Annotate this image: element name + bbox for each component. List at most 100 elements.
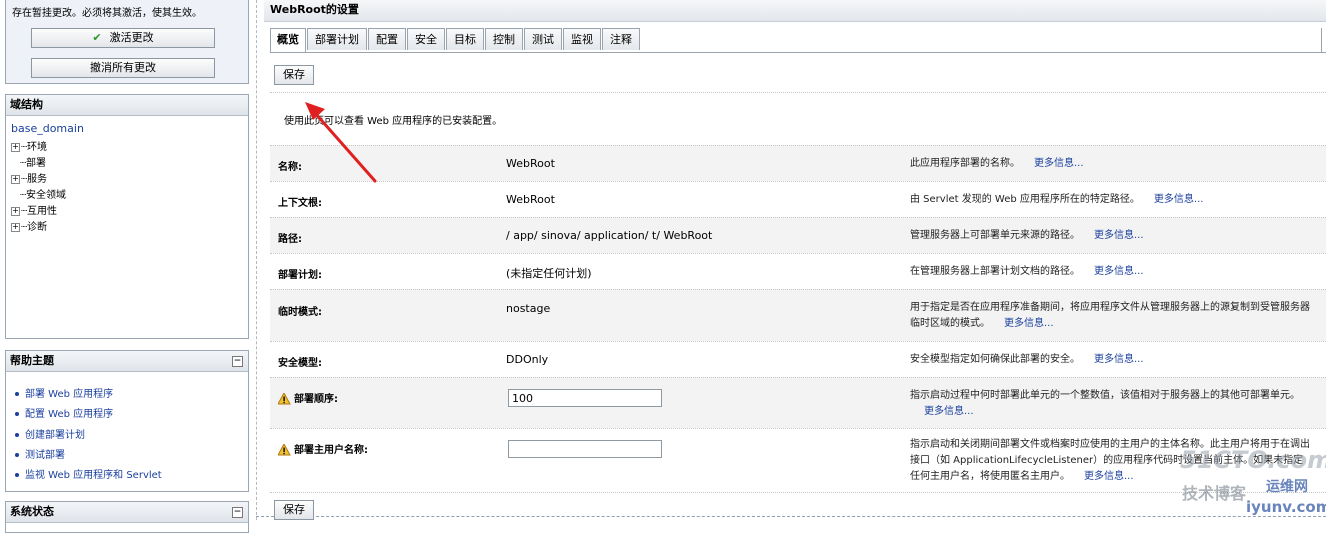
checkmark-icon: ✔ — [92, 31, 102, 44]
bullet-icon — [15, 412, 19, 416]
help-link-configure-web-app[interactable]: 配置 Web 应用程序 — [15, 405, 113, 420]
system-status-panel: 系统状态 − — [5, 501, 249, 533]
help-link-monitor-web-app[interactable]: 监视 Web 应用程序和 Servlet — [15, 466, 162, 481]
expand-icon[interactable]: + — [11, 174, 20, 184]
expand-icon[interactable]: + — [11, 222, 20, 232]
help-link-label: 监视 Web 应用程序和 Servlet — [25, 470, 162, 481]
field-label: 部署计划: — [278, 270, 322, 281]
tab-monitoring[interactable]: 监视 — [563, 28, 601, 50]
help-topics-panel: 帮助主题 − 部署 Web 应用程序 配置 Web 应用程序 创建部署计划 测试… — [5, 350, 249, 492]
field-row-deployment-plan: 部署计划: (未指定任何计划) 在管理服务器上部署计划文档的路径。 更多信息... — [270, 253, 1326, 289]
tree-root-base-domain[interactable]: base_domain — [11, 122, 84, 135]
help-link-label: 部署 Web 应用程序 — [25, 389, 114, 400]
more-info-link[interactable]: 更多信息... — [924, 406, 974, 417]
tab-overview[interactable]: 概览 — [270, 28, 306, 52]
panel-divider — [256, 0, 257, 520]
field-description: 用于指定是否在应用程序准备期间，将应用程序文件从管理服务器上的源复制到受管服务器… — [910, 300, 1310, 332]
tree-item-services[interactable]: + ┈服务 — [11, 170, 47, 185]
domain-structure-title: 域结构 — [6, 95, 248, 116]
more-info-link[interactable]: 更多信息... — [1094, 354, 1144, 365]
watermark-blog: 技术博客 — [1182, 484, 1247, 503]
bullet-icon — [15, 453, 19, 457]
help-topics-header: 帮助主题 − — [6, 351, 248, 372]
system-status-title: 系统状态 — [10, 505, 54, 518]
tree-item-diagnostics[interactable]: + ┈诊断 — [11, 218, 47, 233]
more-info-link[interactable]: 更多信息... — [1094, 266, 1144, 277]
tab-testing[interactable]: 测试 — [524, 28, 562, 50]
main-content: WebRoot的设置 概览 部署计划 配置 安全 目标 控制 测试 监视 注释 … — [264, 0, 1326, 520]
activate-changes-label: 激活更改 — [109, 31, 154, 44]
field-label: 部署主用户名称: — [278, 441, 368, 456]
field-row-name: 名称: WebRoot 此应用程序部署的名称。 更多信息... — [270, 145, 1326, 181]
help-link-create-deployment-plan[interactable]: 创建部署计划 — [15, 426, 85, 441]
tree-item-label: 环境 — [27, 142, 48, 153]
tree-item-environment[interactable]: + ┈环境 — [11, 138, 47, 153]
activate-changes-button[interactable]: ✔ 激活更改 — [31, 28, 215, 48]
watermark: 51CTO.com 技术博客 运维网 iyunv.com — [1180, 446, 1326, 520]
tree-item-label: 服务 — [27, 174, 48, 185]
bullet-icon — [15, 433, 19, 437]
tab-deployment-plan[interactable]: 部署计划 — [307, 28, 367, 50]
more-info-link[interactable]: 更多信息... — [1034, 158, 1084, 169]
field-row-path: 路径: / app/ sinova/ application/ t/ WebRo… — [270, 217, 1326, 253]
deployment-principal-input[interactable] — [508, 440, 662, 458]
tab-notes[interactable]: 注释 — [602, 28, 640, 50]
more-info-link[interactable]: 更多信息... — [1084, 471, 1134, 482]
field-description: 由 Servlet 发现的 Web 应用程序所在的特定路径。 更多信息... — [910, 192, 1310, 208]
bullet-icon — [15, 473, 19, 477]
field-label: 部署顺序: — [278, 390, 338, 405]
field-row-security-model: 安全模型: DDOnly 安全模型指定如何确保此部署的安全。 更多信息... — [270, 341, 1326, 377]
change-center-panel: 存在暂挂更改。必须将其激活，使其生效。 ✔ 激活更改 撤消所有更改 — [5, 0, 249, 84]
help-link-test-deployment[interactable]: 测试部署 — [15, 446, 65, 461]
collapse-icon[interactable]: − — [232, 356, 243, 367]
section-divider — [270, 492, 1326, 493]
deployment-order-input[interactable]: 100 — [508, 389, 662, 407]
description-text: 用于指定是否在应用程序准备期间，将应用程序文件从管理服务器上的源复制到受管服务器… — [910, 302, 1310, 329]
help-link-deploy-web-app[interactable]: 部署 Web 应用程序 — [15, 385, 113, 400]
description-text: 此应用程序部署的名称。 — [910, 158, 1020, 169]
field-value: DDOnly — [506, 353, 549, 366]
field-label-text: 部署主用户名称: — [294, 445, 368, 456]
watermark-51cto: 51CTO.com — [1180, 446, 1326, 474]
field-label: 安全模型: — [278, 358, 322, 369]
description-text: 安全模型指定如何确保此部署的安全。 — [910, 354, 1080, 365]
more-info-link[interactable]: 更多信息... — [1154, 194, 1204, 205]
tab-configuration[interactable]: 配置 — [368, 28, 406, 50]
description-text: 由 Servlet 发现的 Web 应用程序所在的特定路径。 — [910, 194, 1140, 205]
tree-item-security-realms[interactable]: ┈安全领域 — [11, 186, 66, 201]
save-button-top[interactable]: 保存 — [274, 65, 314, 85]
tab-underline — [270, 52, 1326, 53]
help-link-label: 配置 Web 应用程序 — [25, 409, 114, 420]
field-label: 临时模式: — [278, 307, 322, 318]
field-description: 安全模型指定如何确保此部署的安全。 更多信息... — [910, 352, 1310, 368]
tree-item-label: 安全领域 — [26, 190, 67, 201]
warning-config-icon — [278, 444, 291, 456]
more-info-link[interactable]: 更多信息... — [1004, 318, 1054, 329]
tab-gap-right — [1321, 28, 1322, 52]
tree-item-deployments[interactable]: ┈部署 — [11, 154, 46, 169]
field-row-deployment-principal: 部署主用户名称: 指示启动和关闭期间部署文件或档案时应使用的主用户的主体名称。此… — [270, 428, 1326, 492]
tree-item-label: 部署 — [26, 158, 47, 169]
field-description: 此应用程序部署的名称。 更多信息... — [910, 156, 1310, 172]
annotation-arrow — [305, 102, 377, 183]
tab-control[interactable]: 控制 — [485, 28, 523, 50]
pending-changes-message: 存在暂挂更改。必须将其激活，使其生效。 — [12, 8, 202, 19]
description-text: 指示启动过程中何时部署此单元的一个整数值，该值相对于服务器上的其他可部署单元。 — [910, 390, 1300, 401]
tree-item-interoperability[interactable]: + ┈互用性 — [11, 202, 57, 217]
field-row-context-root: 上下文根: WebRoot 由 Servlet 发现的 Web 应用程序所在的特… — [270, 181, 1326, 217]
warning-config-icon — [278, 393, 291, 405]
field-label: 路径: — [278, 234, 302, 245]
more-info-link[interactable]: 更多信息... — [1094, 230, 1144, 241]
help-topics-title: 帮助主题 — [10, 354, 54, 367]
expand-icon[interactable]: + — [11, 206, 20, 216]
section-divider — [270, 92, 1326, 93]
undo-all-changes-button[interactable]: 撤消所有更改 — [31, 58, 215, 78]
expand-icon[interactable]: + — [11, 142, 20, 152]
tree-item-label: 互用性 — [27, 206, 58, 217]
tab-targets[interactable]: 目标 — [446, 28, 484, 50]
save-button-bottom[interactable]: 保存 — [274, 500, 314, 520]
bullet-icon — [15, 392, 19, 396]
tab-security[interactable]: 安全 — [407, 28, 445, 50]
collapse-icon[interactable]: − — [232, 507, 243, 518]
domain-structure-panel: 域结构 base_domain + ┈环境 ┈部署 + ┈服务 ┈安全领域 + ┈互用… — [5, 94, 249, 339]
